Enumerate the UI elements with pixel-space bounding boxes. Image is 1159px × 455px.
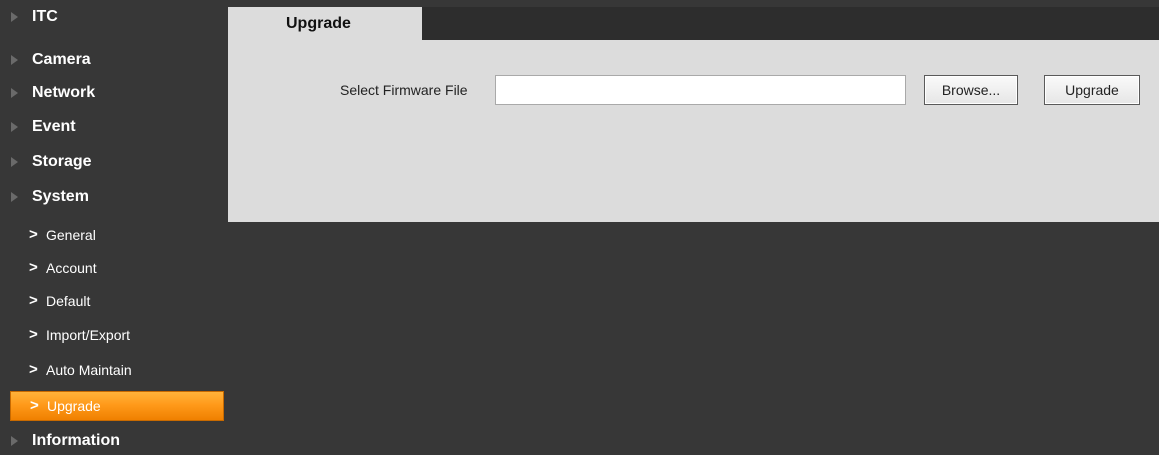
chevron-right-icon: > bbox=[30, 397, 39, 414]
chevron-right-icon: > bbox=[29, 259, 38, 276]
tab-bar: Upgrade bbox=[228, 7, 1159, 40]
browse-button[interactable]: Browse... bbox=[924, 75, 1018, 105]
sidebar-item-itc[interactable]: ITC bbox=[0, 0, 228, 34]
app-window: ITC Camera Network Event Storage System … bbox=[0, 0, 1159, 455]
chevron-right-icon: > bbox=[29, 292, 38, 309]
triangle-right-icon bbox=[11, 157, 18, 167]
sidebar: ITC Camera Network Event Storage System … bbox=[0, 0, 228, 455]
sidebar-item-storage[interactable]: Storage bbox=[0, 145, 228, 179]
triangle-right-icon bbox=[11, 55, 18, 65]
sidebar-subitem-label: Upgrade bbox=[47, 398, 101, 414]
sidebar-subitem-label: Account bbox=[46, 260, 97, 276]
sidebar-item-system[interactable]: System bbox=[0, 180, 228, 214]
tab-upgrade[interactable]: Upgrade bbox=[228, 7, 422, 40]
triangle-right-icon bbox=[11, 192, 18, 202]
sidebar-subitem-account[interactable]: > Account bbox=[10, 253, 224, 283]
triangle-right-icon bbox=[11, 12, 18, 22]
sidebar-subitem-import-export[interactable]: > Import/Export bbox=[10, 320, 224, 350]
sidebar-item-label: Information bbox=[32, 432, 120, 449]
triangle-right-icon bbox=[11, 122, 18, 132]
upgrade-panel: Select Firmware File Browse... Upgrade bbox=[228, 40, 1159, 222]
sidebar-item-camera[interactable]: Camera bbox=[0, 43, 228, 77]
triangle-right-icon bbox=[11, 88, 18, 98]
sidebar-item-network[interactable]: Network bbox=[0, 76, 228, 110]
sidebar-item-information[interactable]: Information bbox=[0, 424, 228, 455]
chevron-right-icon: > bbox=[29, 226, 38, 243]
firmware-file-input[interactable] bbox=[495, 75, 906, 105]
firmware-file-label: Select Firmware File bbox=[340, 82, 468, 98]
sidebar-subitem-label: Default bbox=[46, 293, 91, 309]
sidebar-item-label: Storage bbox=[32, 153, 92, 170]
sidebar-subitem-label: General bbox=[46, 227, 96, 243]
chevron-right-icon: > bbox=[29, 361, 38, 378]
sidebar-subitem-label: Auto Maintain bbox=[46, 362, 132, 378]
sidebar-subitem-default[interactable]: > Default bbox=[10, 286, 224, 316]
sidebar-subitem-general[interactable]: > General bbox=[10, 220, 224, 250]
sidebar-subitem-upgrade[interactable]: > Upgrade bbox=[10, 391, 224, 421]
sidebar-item-label: Network bbox=[32, 84, 96, 101]
sidebar-item-label: ITC bbox=[32, 8, 58, 25]
sidebar-subitem-auto-maintain[interactable]: > Auto Maintain bbox=[10, 355, 224, 385]
upgrade-button[interactable]: Upgrade bbox=[1044, 75, 1140, 105]
sidebar-item-label: Event bbox=[32, 118, 76, 135]
sidebar-item-label: Camera bbox=[32, 51, 91, 68]
sidebar-item-label: System bbox=[32, 188, 89, 205]
triangle-right-icon bbox=[11, 436, 18, 446]
sidebar-subitem-label: Import/Export bbox=[46, 327, 131, 343]
chevron-right-icon: > bbox=[29, 326, 38, 343]
sidebar-item-event[interactable]: Event bbox=[0, 110, 228, 144]
